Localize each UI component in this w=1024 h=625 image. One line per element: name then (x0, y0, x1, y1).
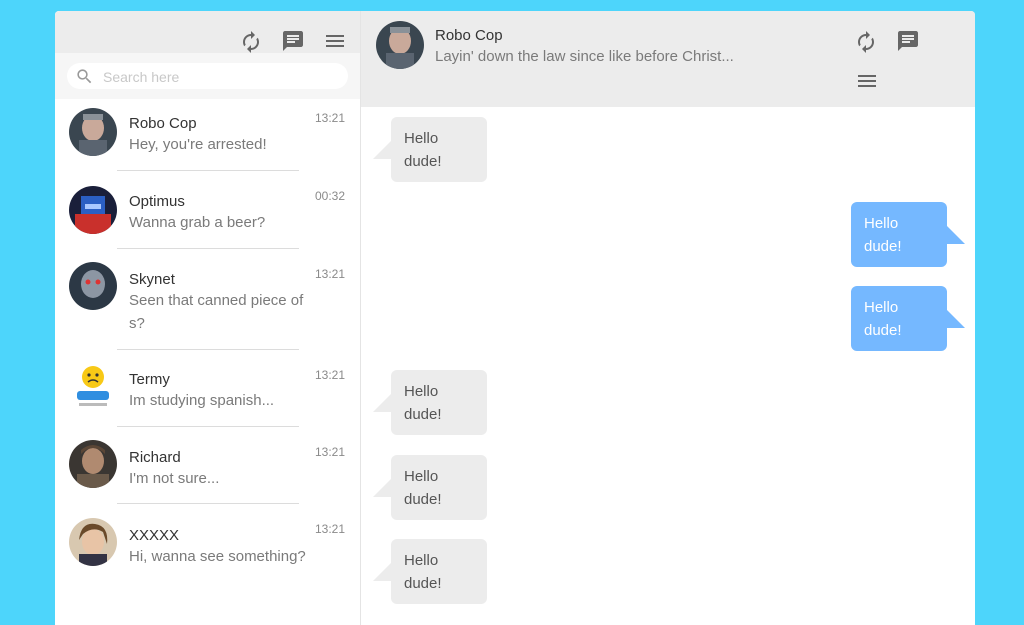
contact-name: Termy (129, 371, 170, 388)
contact-time: 00:32 (314, 189, 345, 203)
chat-header: Robo Cop Layin' down the law since like … (361, 11, 975, 107)
contact-preview: Hey, you're arrested! (129, 136, 267, 153)
message-bubble-outgoing: Hello dude! (851, 286, 965, 351)
contact-time: 13:21 (314, 522, 345, 536)
message-bubble-incoming: Hello dude! (373, 455, 487, 520)
chat-app: Robo Cop Hey, you're arrested! 13:21 Opt… (55, 11, 975, 625)
contact-time: 13:21 (314, 368, 345, 382)
search-icon (75, 67, 94, 86)
chat-panel: Robo Cop Layin' down the law since like … (361, 11, 975, 625)
search-input[interactable] (101, 66, 335, 88)
avatar (69, 518, 117, 566)
chat-contact-status: Layin' down the law since like before Ch… (435, 48, 734, 65)
contact-name: Optimus (129, 193, 185, 210)
message-icon[interactable] (896, 29, 920, 53)
divider (117, 426, 299, 427)
message-bubble-incoming: Hello dude! (373, 370, 487, 435)
contact-time: 13:21 (314, 267, 345, 281)
chat-contact-name: Robo Cop (435, 27, 503, 44)
refresh-icon[interactable] (854, 30, 878, 54)
message-bubble-incoming: Hello dude! (373, 539, 487, 604)
avatar (69, 108, 117, 156)
chat-avatar[interactable] (376, 21, 424, 69)
divider (117, 349, 299, 350)
divider (117, 248, 299, 249)
avatar (69, 262, 117, 310)
contact-preview: Wanna grab a beer? (129, 214, 266, 231)
contact-preview: Hi, wanna see something? (129, 548, 306, 565)
message-icon[interactable] (281, 29, 305, 53)
contact-name: Skynet (129, 271, 175, 288)
contact-preview: Im studying spanish... (129, 392, 275, 409)
menu-icon[interactable] (855, 69, 879, 93)
avatar (69, 363, 117, 411)
contact-item-termy[interactable]: Termy Im studying spanish... 13:21 (55, 363, 360, 440)
refresh-icon[interactable] (239, 30, 263, 54)
contact-preview: Seen that canned piece of s? (129, 292, 304, 332)
message-bubble-outgoing: Hello dude! (851, 202, 965, 267)
contact-preview: I'm not sure... (129, 470, 220, 487)
contact-item-skynet[interactable]: Skynet Seen that canned piece of s? 13:2… (55, 262, 360, 350)
contact-item-robo-cop[interactable]: Robo Cop Hey, you're arrested! 13:21 (55, 106, 360, 183)
contact-time: 13:21 (314, 445, 345, 459)
search-box[interactable] (67, 63, 348, 89)
contact-item-xxxxx[interactable]: XXXXX Hi, wanna see something? 13:21 (55, 517, 360, 594)
contact-name: Richard (129, 449, 181, 466)
menu-icon[interactable] (323, 29, 347, 53)
divider (117, 503, 299, 504)
avatar (69, 440, 117, 488)
contact-time: 13:21 (314, 111, 345, 125)
contact-name: XXXXX (129, 527, 180, 544)
divider (117, 170, 299, 171)
contact-item-optimus[interactable]: Optimus Wanna grab a beer? 00:32 (55, 184, 360, 261)
message-bubble-incoming: Hello dude! (373, 117, 487, 182)
sidebar: Robo Cop Hey, you're arrested! 13:21 Opt… (55, 11, 361, 625)
sidebar-toolbar (55, 11, 360, 53)
contact-item-richard[interactable]: Richard I'm not sure... 13:21 (55, 440, 360, 517)
avatar (69, 186, 117, 234)
contact-name: Robo Cop (129, 115, 197, 132)
